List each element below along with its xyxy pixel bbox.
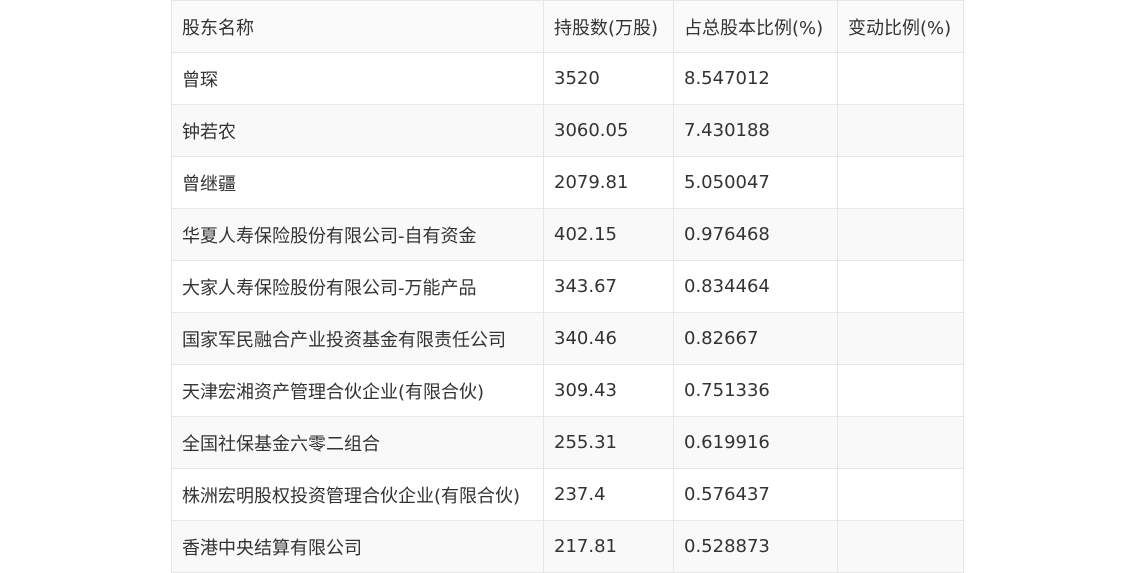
cell-shares-held: 3520 <box>543 52 674 105</box>
table-row: 曾琛 3520 8.547012 <box>171 52 964 105</box>
header-shares-held: 持股数(万股) <box>543 0 674 53</box>
table-row: 天津宏湘资产管理合伙企业(有限合伙) 309.43 0.751336 <box>171 364 964 417</box>
cell-change-ratio <box>837 52 964 105</box>
cell-change-ratio <box>837 520 964 573</box>
table-row: 华夏人寿保险股份有限公司-自有资金 402.15 0.976468 <box>171 208 964 261</box>
header-share-ratio: 占总股本比例(%) <box>673 0 838 53</box>
cell-share-ratio: 0.751336 <box>673 364 838 417</box>
cell-shares-held: 343.67 <box>543 260 674 313</box>
cell-shareholder-name: 华夏人寿保险股份有限公司-自有资金 <box>171 208 544 261</box>
cell-change-ratio <box>837 156 964 209</box>
cell-shareholder-name: 钟若农 <box>171 104 544 157</box>
cell-shares-held: 3060.05 <box>543 104 674 157</box>
header-change-ratio: 变动比例(%) <box>837 0 964 53</box>
cell-share-ratio: 0.528873 <box>673 520 838 573</box>
cell-shareholder-name: 曾继疆 <box>171 156 544 209</box>
table-row: 香港中央结算有限公司 217.81 0.528873 <box>171 520 964 573</box>
table-row: 株洲宏明股权投资管理合伙企业(有限合伙) 237.4 0.576437 <box>171 468 964 521</box>
cell-share-ratio: 0.834464 <box>673 260 838 313</box>
cell-change-ratio <box>837 416 964 469</box>
cell-share-ratio: 0.976468 <box>673 208 838 261</box>
cell-shareholder-name: 株洲宏明股权投资管理合伙企业(有限合伙) <box>171 468 544 521</box>
table-row: 钟若农 3060.05 7.430188 <box>171 104 964 157</box>
cell-share-ratio: 0.82667 <box>673 312 838 365</box>
cell-share-ratio: 7.430188 <box>673 104 838 157</box>
cell-shares-held: 309.43 <box>543 364 674 417</box>
cell-share-ratio: 0.576437 <box>673 468 838 521</box>
cell-change-ratio <box>837 468 964 521</box>
table-row: 国家军民融合产业投资基金有限责任公司 340.46 0.82667 <box>171 312 964 365</box>
cell-shareholder-name: 大家人寿保险股份有限公司-万能产品 <box>171 260 544 313</box>
shareholders-table: 股东名称 持股数(万股) 占总股本比例(%) 变动比例(%) 曾琛 3520 8… <box>171 0 964 573</box>
table-row: 全国社保基金六零二组合 255.31 0.619916 <box>171 416 964 469</box>
table-row: 曾继疆 2079.81 5.050047 <box>171 156 964 209</box>
cell-change-ratio <box>837 312 964 365</box>
cell-share-ratio: 0.619916 <box>673 416 838 469</box>
table-header-row: 股东名称 持股数(万股) 占总股本比例(%) 变动比例(%) <box>171 0 964 53</box>
cell-share-ratio: 5.050047 <box>673 156 838 209</box>
cell-shares-held: 217.81 <box>543 520 674 573</box>
shareholders-table-container: 股东名称 持股数(万股) 占总股本比例(%) 变动比例(%) 曾琛 3520 8… <box>171 0 964 573</box>
header-shareholder-name: 股东名称 <box>171 0 544 53</box>
cell-shareholder-name: 天津宏湘资产管理合伙企业(有限合伙) <box>171 364 544 417</box>
table-row: 大家人寿保险股份有限公司-万能产品 343.67 0.834464 <box>171 260 964 313</box>
cell-shareholder-name: 国家军民融合产业投资基金有限责任公司 <box>171 312 544 365</box>
cell-shares-held: 255.31 <box>543 416 674 469</box>
cell-shares-held: 2079.81 <box>543 156 674 209</box>
cell-shares-held: 402.15 <box>543 208 674 261</box>
cell-shares-held: 237.4 <box>543 468 674 521</box>
cell-change-ratio <box>837 104 964 157</box>
cell-shareholder-name: 曾琛 <box>171 52 544 105</box>
cell-share-ratio: 8.547012 <box>673 52 838 105</box>
cell-shareholder-name: 全国社保基金六零二组合 <box>171 416 544 469</box>
cell-shareholder-name: 香港中央结算有限公司 <box>171 520 544 573</box>
cell-change-ratio <box>837 208 964 261</box>
cell-change-ratio <box>837 260 964 313</box>
cell-change-ratio <box>837 364 964 417</box>
cell-shares-held: 340.46 <box>543 312 674 365</box>
